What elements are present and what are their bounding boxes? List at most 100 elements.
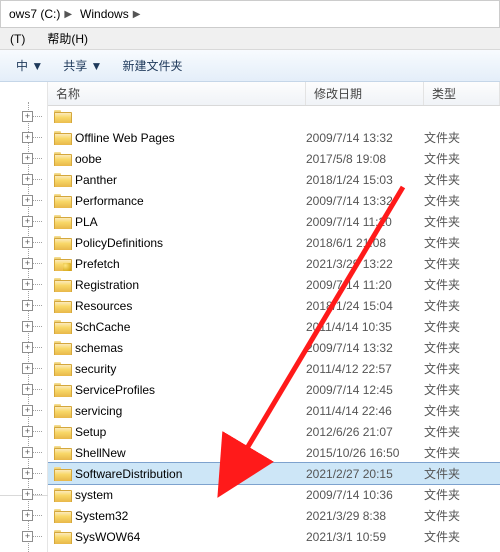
tree-expand-icon[interactable]: + xyxy=(22,363,33,374)
table-row[interactable]: Registration2009/7/14 11:20文件夹 xyxy=(48,274,500,295)
table-row[interactable]: security2011/4/12 22:57文件夹 xyxy=(48,358,500,379)
folder-icon xyxy=(54,488,70,501)
col-header-date[interactable]: 修改日期 xyxy=(306,82,424,105)
tree-expand-icon[interactable]: + xyxy=(22,384,33,395)
folder-icon xyxy=(54,530,70,543)
file-name-label: Setup xyxy=(75,425,106,439)
cell-name: servicing xyxy=(54,404,306,418)
table-row[interactable]: Resources2018/1/24 15:04文件夹 xyxy=(48,295,500,316)
table-row[interactable]: oobe2017/5/8 19:08文件夹 xyxy=(48,148,500,169)
file-rows[interactable]: Offline Web Pages2009/7/14 13:32文件夹oobe2… xyxy=(48,106,500,552)
tree-expand-icon[interactable]: + xyxy=(22,195,33,206)
lock-icon xyxy=(63,263,71,271)
cell-type: 文件夹 xyxy=(424,528,500,545)
tree-expand-icon[interactable]: + xyxy=(22,237,33,248)
cell-name: schemas xyxy=(54,341,306,355)
folder-icon xyxy=(54,446,70,459)
table-row[interactable]: ShellNew2015/10/26 16:50文件夹 xyxy=(48,442,500,463)
content-area: + + + + + + + + + + + + + + + + + + + + + 名称 修改日期 类型 Offline… xyxy=(0,82,500,552)
cell-name: SysWOW64 xyxy=(54,530,306,544)
cell-date: 2018/1/24 15:04 xyxy=(306,299,424,313)
table-row[interactable]: Setup 2012/6/26 21:07文件夹 xyxy=(48,421,500,442)
file-name-label: SchCache xyxy=(75,320,130,334)
tree-expand-icon[interactable]: + xyxy=(22,321,33,332)
cell-type: 文件夹 xyxy=(424,360,500,377)
cell-type: 文件夹 xyxy=(424,213,500,230)
cell-date: 2021/2/27 20:15 xyxy=(306,467,424,481)
table-row[interactable]: Prefetch2021/3/29 13:22文件夹 xyxy=(48,253,500,274)
tree-expand-icon[interactable]: + xyxy=(22,468,33,479)
tree-expand-icon[interactable]: + xyxy=(22,258,33,269)
menu-tools[interactable]: (T) xyxy=(6,30,29,48)
table-row[interactable]: Performance2009/7/14 13:32文件夹 xyxy=(48,190,500,211)
toolbar: 中 ▼ 共享 ▼ 新建文件夹 xyxy=(0,50,500,82)
tree-expand-icon[interactable]: + xyxy=(22,216,33,227)
cell-date: 2009/7/14 13:32 xyxy=(306,341,424,355)
table-row[interactable]: SoftwareDistribution2021/2/27 20:15文件夹 xyxy=(48,463,500,484)
cell-name: SoftwareDistribution xyxy=(54,467,306,481)
breadcrumb[interactable]: ows7 (C:) ▶ Windows ▶ xyxy=(0,0,500,28)
nav-pane: + + + + + + + + + + + + + + + + + + + + + xyxy=(0,82,48,552)
cell-date: 2018/1/24 15:03 xyxy=(306,173,424,187)
table-row[interactable]: PLA2009/7/14 11:20文件夹 xyxy=(48,211,500,232)
folder-icon xyxy=(54,425,70,438)
toolbar-new-folder[interactable]: 新建文件夹 xyxy=(114,54,190,77)
cell-name: system xyxy=(54,488,306,502)
table-row[interactable]: schemas2009/7/14 13:32文件夹 xyxy=(48,337,500,358)
cell-type: 文件夹 xyxy=(424,423,500,440)
table-row[interactable]: System322021/3/29 8:38文件夹 xyxy=(48,505,500,526)
cell-name: SchCache xyxy=(54,320,306,334)
cell-name: Registration xyxy=(54,278,306,292)
col-header-name[interactable]: 名称 xyxy=(48,82,306,105)
breadcrumb-seg-drive[interactable]: ows7 (C:) ▶ xyxy=(5,2,76,26)
table-row[interactable]: servicing2011/4/14 22:46文件夹 xyxy=(48,400,500,421)
folder-icon xyxy=(54,362,70,375)
file-name-label: security xyxy=(75,362,116,376)
folder-icon xyxy=(54,236,70,249)
cell-name: PLA xyxy=(54,215,306,229)
tree-expand-icon[interactable]: + xyxy=(22,279,33,290)
tree-expand-icon[interactable]: + xyxy=(22,510,33,521)
cell-type: 文件夹 xyxy=(424,507,500,524)
file-name-label: servicing xyxy=(75,404,122,418)
tree-expand-icon[interactable]: + xyxy=(22,405,33,416)
table-row[interactable]: system2009/7/14 10:36文件夹 xyxy=(48,484,500,505)
folder-icon xyxy=(54,404,70,417)
table-row[interactable]: SchCache2011/4/14 10:35文件夹 xyxy=(48,316,500,337)
tree-expand-icon[interactable]: + xyxy=(22,174,33,185)
cell-date: 2011/4/14 22:46 xyxy=(306,404,424,418)
table-row[interactable]: PolicyDefinitions2018/6/1 21:08文件夹 xyxy=(48,232,500,253)
table-row[interactable]: SysWOW642021/3/1 10:59文件夹 xyxy=(48,526,500,547)
cell-date: 2009/7/14 11:20 xyxy=(306,278,424,292)
file-name-label: Registration xyxy=(75,278,139,292)
file-name-label: System32 xyxy=(75,509,128,523)
file-name-label: Performance xyxy=(75,194,144,208)
folder-icon xyxy=(54,278,70,291)
table-row[interactable]: Offline Web Pages2009/7/14 13:32文件夹 xyxy=(48,127,500,148)
tree-expand-icon[interactable]: + xyxy=(22,489,33,500)
cell-date: 2012/6/26 21:07 xyxy=(306,425,424,439)
tree-expand-icon[interactable]: + xyxy=(22,447,33,458)
tree-expand-icon[interactable]: + xyxy=(22,426,33,437)
breadcrumb-seg-folder[interactable]: Windows ▶ xyxy=(76,2,144,26)
file-name-label: Panther xyxy=(75,173,117,187)
tree-expand-icon[interactable]: + xyxy=(22,300,33,311)
table-row[interactable] xyxy=(48,106,500,127)
tree-expand-icon[interactable]: + xyxy=(22,111,33,122)
folder-icon xyxy=(54,173,70,186)
tree-expand-icon[interactable]: + xyxy=(22,531,33,542)
toolbar-include[interactable]: 中 ▼ xyxy=(8,54,51,77)
cell-name: PolicyDefinitions xyxy=(54,236,306,250)
toolbar-share[interactable]: 共享 ▼ xyxy=(55,54,110,77)
cell-type: 文件夹 xyxy=(424,192,500,209)
menu-help[interactable]: 帮助(H) xyxy=(43,28,92,49)
file-name-label: schemas xyxy=(75,341,123,355)
table-row[interactable]: Panther2018/1/24 15:03文件夹 xyxy=(48,169,500,190)
cell-name: Offline Web Pages xyxy=(54,131,306,145)
folder-icon xyxy=(54,299,70,312)
tree-expand-icon[interactable]: + xyxy=(22,132,33,143)
table-row[interactable]: ServiceProfiles2009/7/14 12:45文件夹 xyxy=(48,379,500,400)
col-header-type[interactable]: 类型 xyxy=(424,82,500,105)
tree-expand-icon[interactable]: + xyxy=(22,342,33,353)
tree-expand-icon[interactable]: + xyxy=(22,153,33,164)
